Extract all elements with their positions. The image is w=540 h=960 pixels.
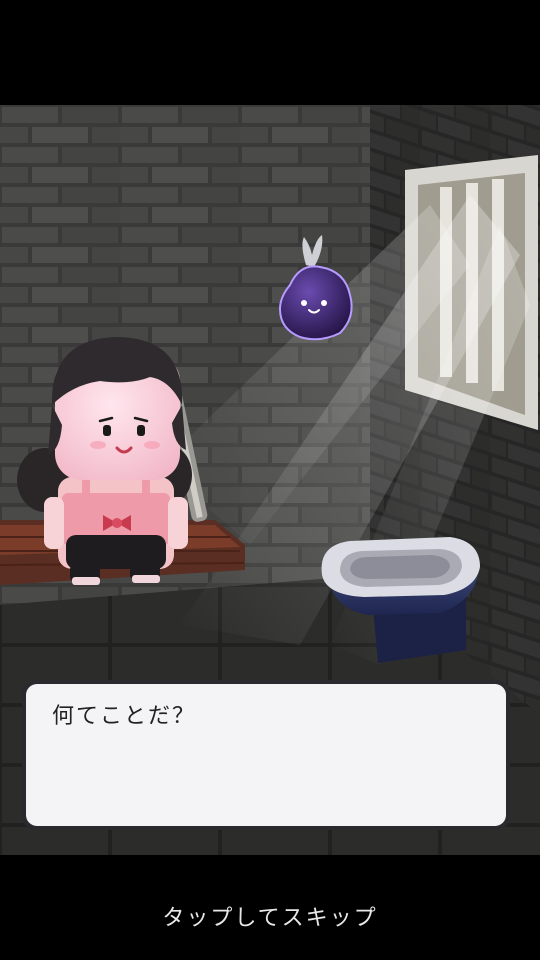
dialog-panel: 何てことだ？ xyxy=(26,684,506,826)
dialog-box[interactable]: 何てことだ？ xyxy=(22,680,510,830)
dialog-text: 何てことだ？ xyxy=(52,704,197,729)
game-screen[interactable]: 何てことだ？ タップしてスキップ xyxy=(0,0,540,960)
tap-to-skip-prompt[interactable]: タップしてスキップ xyxy=(0,900,540,932)
